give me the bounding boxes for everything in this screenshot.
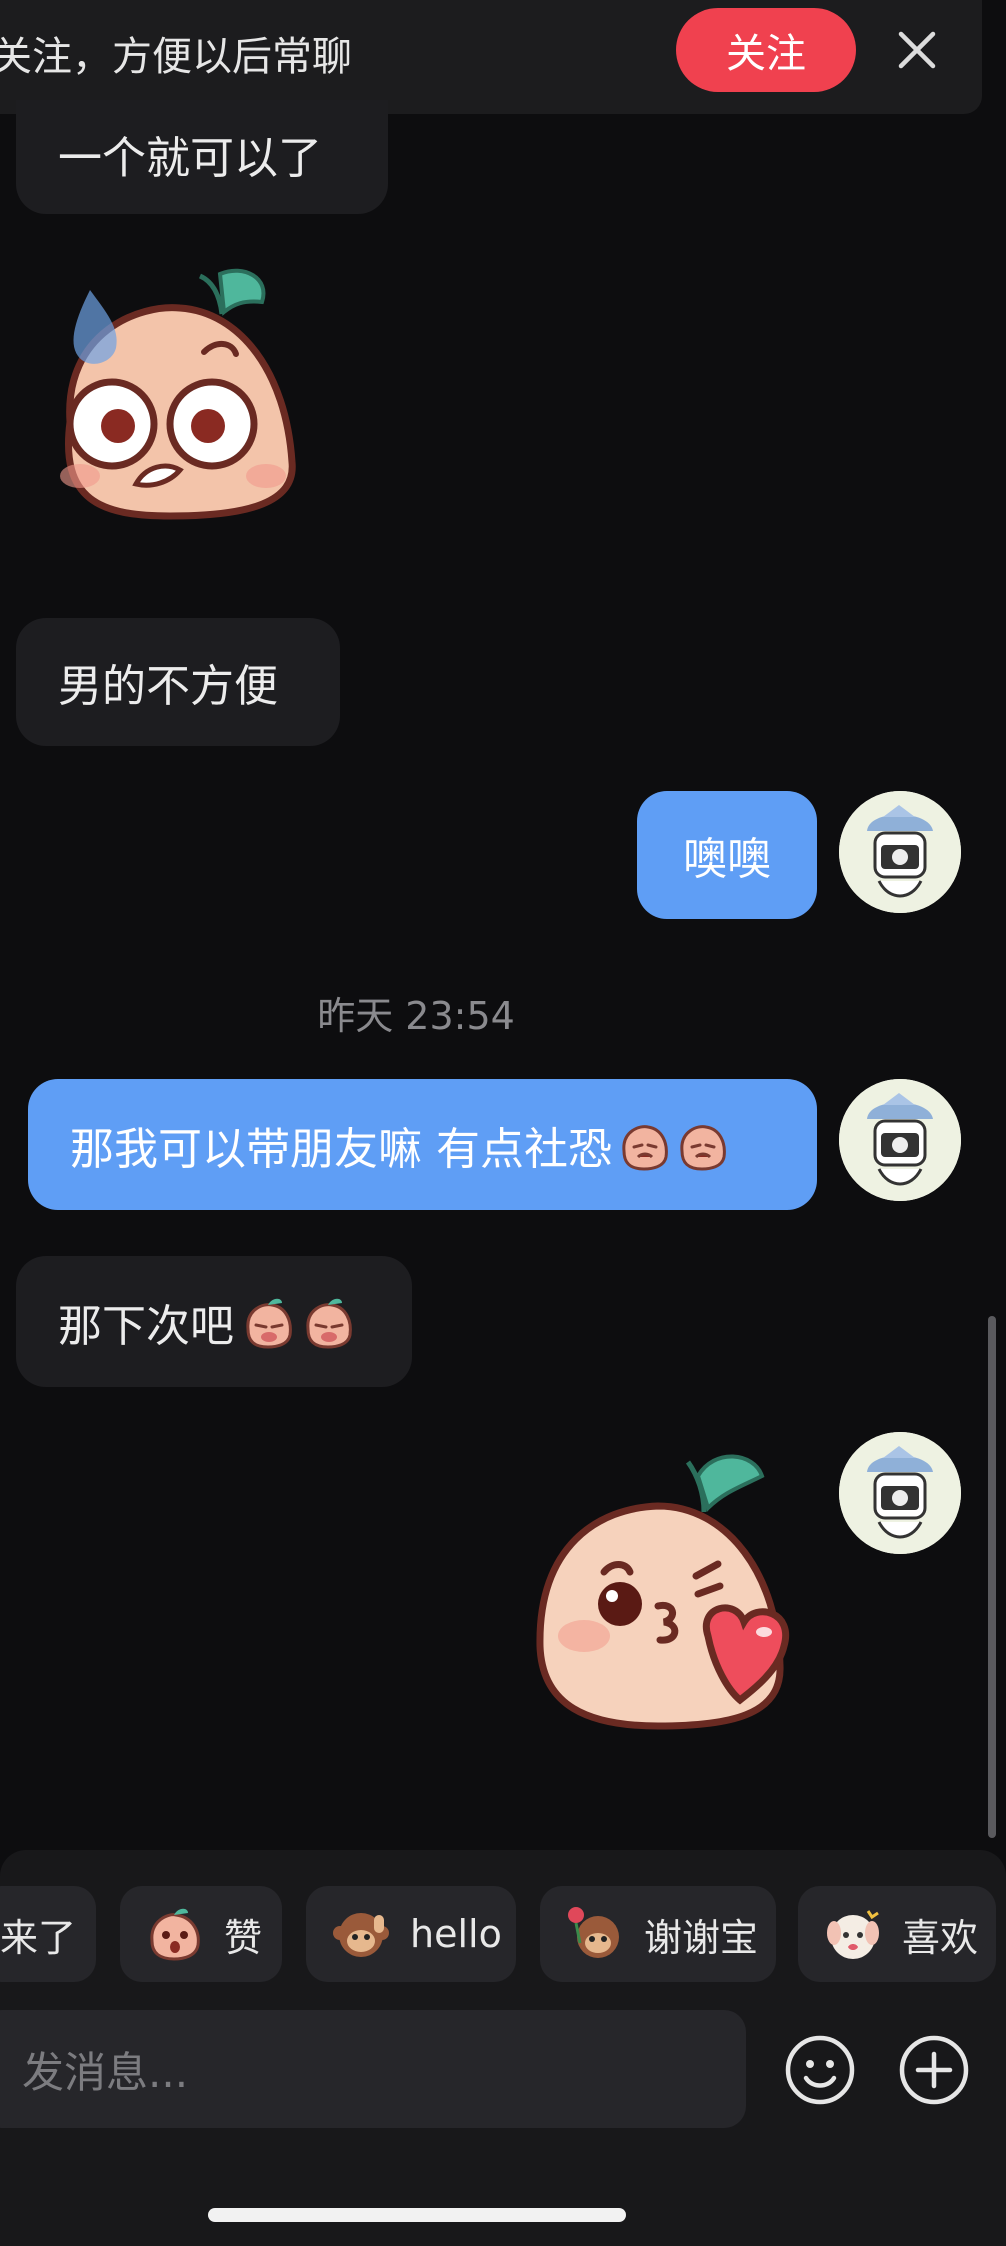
message-text: 那下次吧: [58, 1300, 234, 1352]
message-input-placeholder: 发消息...: [22, 2047, 189, 2097]
avatar[interactable]: [839, 1079, 961, 1201]
quick-reply-chip[interactable]: 喜欢: [798, 1886, 996, 1982]
avatar[interactable]: [839, 791, 961, 913]
dog-heart-icon: [827, 1910, 879, 1959]
monkey-flower-icon: [568, 1907, 619, 1958]
message-timestamp: 昨天 23:54: [317, 994, 515, 1038]
scrollbar[interactable]: [988, 1316, 996, 1838]
quick-reply-label: 赞: [224, 1915, 263, 1960]
peach-pleading-icon: [246, 1298, 292, 1349]
message-input[interactable]: 发消息...: [0, 2010, 746, 2128]
home-indicator[interactable]: [208, 2208, 626, 2222]
message-text: 那我可以带朋友嘛 有点社恐: [70, 1123, 612, 1175]
quick-reply-chip[interactable]: 赞: [120, 1886, 282, 1982]
quick-reply-label: 谢谢宝: [644, 1915, 759, 1960]
incoming-message[interactable]: 一个就可以了: [16, 100, 388, 214]
follow-prompt-text: 关注，方便以后常聊: [0, 34, 352, 80]
incoming-message[interactable]: 那下次吧: [16, 1256, 412, 1387]
peach-surprised-icon: [150, 1908, 200, 1961]
quick-reply-chip[interactable]: hello: [306, 1886, 516, 1982]
quick-reply-chip[interactable]: 谢谢宝: [540, 1886, 776, 1982]
follow-banner: 关注，方便以后常聊 关注: [0, 0, 982, 114]
quick-reply-chip[interactable]: 来了: [0, 1886, 96, 1982]
avatar[interactable]: [839, 1432, 961, 1554]
outgoing-message[interactable]: 那我可以带朋友嘛 有点社恐: [28, 1079, 817, 1210]
peach-sweat-sticker[interactable]: [30, 262, 310, 524]
close-icon[interactable]: [895, 22, 939, 78]
peach-kiss-sticker[interactable]: [528, 1436, 808, 1736]
monkey-wave-icon: [333, 1913, 389, 1957]
incoming-message[interactable]: 男的不方便: [16, 618, 340, 746]
quick-reply-label: hello: [410, 1912, 502, 1956]
chat-screen: 关注，方便以后常聊 关注 一个就可以了 男的不方便 噢噢 昨天 23:54 那我…: [0, 0, 1006, 2246]
peach-crying-icon: [622, 1124, 668, 1171]
peach-pleading-icon: [306, 1298, 352, 1349]
message-text: 男的不方便: [58, 661, 278, 712]
smiley-icon[interactable]: [784, 2034, 856, 2106]
message-text: 噢噢: [683, 834, 771, 885]
plus-circle-icon[interactable]: [898, 2034, 970, 2106]
message-text: 一个就可以了: [58, 133, 322, 184]
follow-button[interactable]: 关注: [676, 8, 856, 92]
peach-crying-icon: [680, 1124, 726, 1171]
quick-reply-label: 喜欢: [902, 1915, 979, 1960]
quick-reply-label: 来了: [0, 1915, 77, 1960]
outgoing-message[interactable]: 噢噢: [637, 791, 817, 919]
